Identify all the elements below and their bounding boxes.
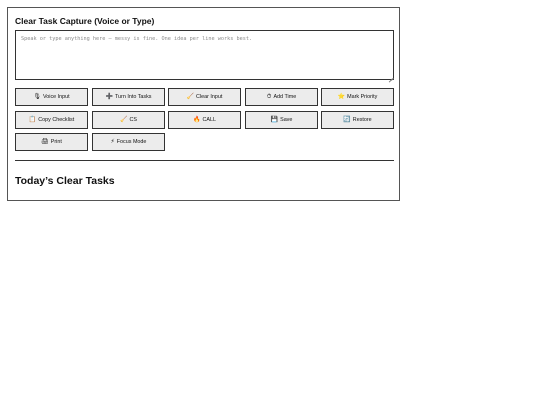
call-button[interactable]: 🔥 CALL [168, 111, 241, 129]
mark-priority-button[interactable]: ⭐ Mark Priority [321, 88, 394, 106]
stopwatch-icon: ⏱ [266, 94, 272, 100]
copy-checklist-label: Copy Checklist [38, 117, 75, 123]
resize-handle[interactable] [389, 75, 393, 79]
fire-icon: 🔥 [193, 117, 201, 123]
star-icon: ⭐ [337, 94, 346, 100]
turn-into-tasks-button[interactable]: ➕ Turn Into Tasks [92, 88, 165, 106]
panel-title: Clear Task Capture (Voice or Type) [15, 16, 155, 26]
copy-checklist-button[interactable]: 📋 Copy Checklist [15, 111, 88, 129]
add-time-button[interactable]: ⏱ Add Time [245, 88, 318, 106]
print-label: Print [50, 139, 62, 145]
clipboard-icon: 📋 [28, 117, 37, 123]
save-button[interactable]: 💾 Save [245, 111, 318, 129]
restore-icon: 🔄 [343, 117, 351, 123]
printer-icon: 🖨 [41, 139, 49, 145]
save-label: Save [280, 117, 293, 123]
broom-icon: 🧹 [186, 94, 195, 100]
tasks-heading: Today’s Clear Tasks [15, 175, 115, 187]
clear-input-label: Clear Input [196, 94, 223, 100]
restore-button[interactable]: 🔄 Restore [321, 111, 394, 129]
section-divider [15, 160, 394, 161]
mark-priority-label: Mark Priority [347, 94, 378, 100]
print-button[interactable]: 🖨 Print [15, 133, 88, 151]
voice-input-button[interactable]: 🎙 Voice Input [15, 88, 88, 106]
cs-button[interactable]: 🧹 CS [92, 111, 165, 129]
task-capture-panel: Clear Task Capture (Voice or Type) 🎙 Voi… [7, 7, 400, 201]
broom-icon: 🧹 [120, 117, 128, 123]
floppy-disk-icon: 💾 [270, 117, 279, 123]
focus-mode-label: Focus Mode [116, 139, 147, 145]
turn-into-tasks-label: Turn Into Tasks [114, 94, 152, 100]
clear-input-button[interactable]: 🧹 Clear Input [168, 88, 241, 106]
plus-icon: ➕ [105, 94, 113, 100]
microphone-icon: 🎙 [33, 94, 41, 100]
task-input-textarea[interactable] [15, 30, 394, 80]
add-time-label: Add Time [273, 94, 297, 100]
lightning-icon: ⚡ [110, 139, 115, 145]
cs-label: CS [129, 117, 137, 123]
voice-input-label: Voice Input [42, 94, 70, 100]
focus-mode-button[interactable]: ⚡ Focus Mode [92, 133, 165, 151]
restore-label: Restore [352, 117, 372, 123]
call-label: CALL [202, 117, 216, 123]
